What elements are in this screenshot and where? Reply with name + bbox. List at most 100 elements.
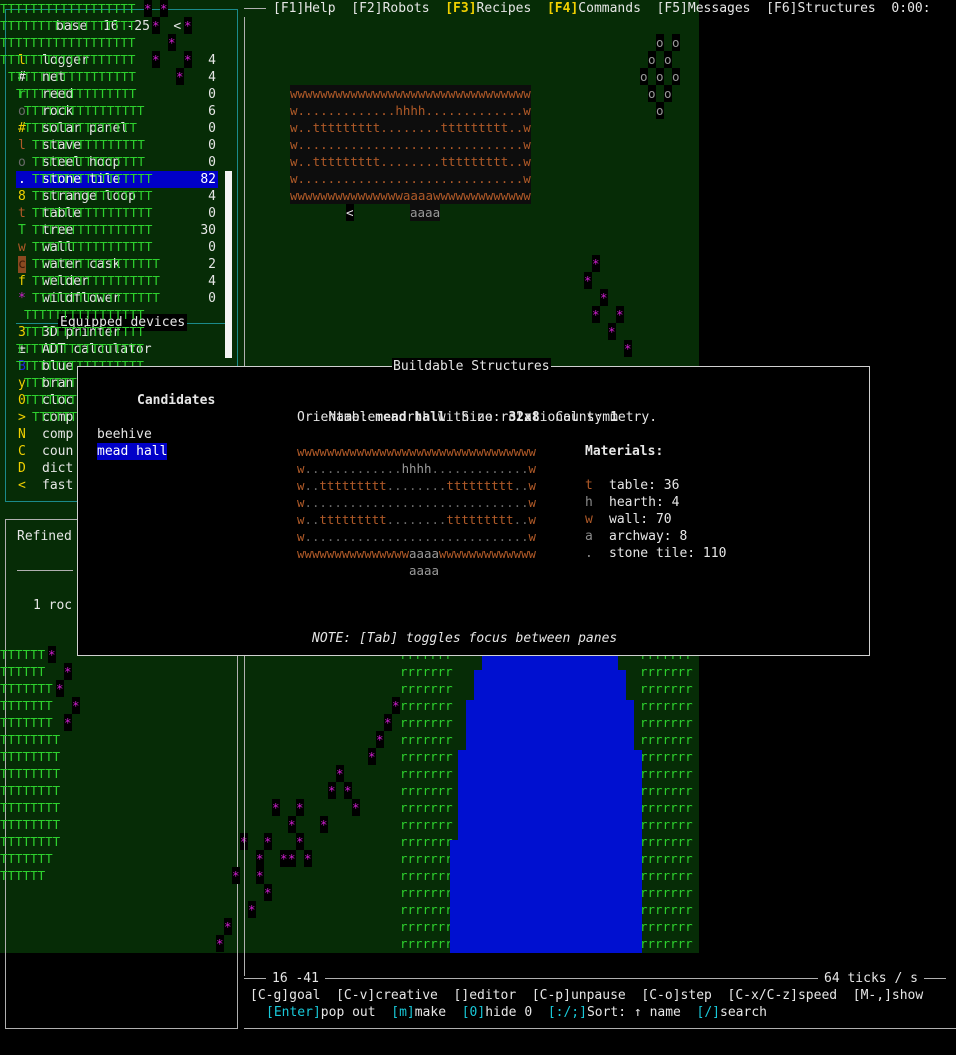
- tree-row: TTTTTTTTTTTTTTT: [32, 154, 145, 169]
- material-glyph-icon: w: [585, 512, 593, 527]
- wildflower: *: [304, 850, 312, 867]
- reed-row: rrrrrrr: [400, 851, 453, 866]
- rock: o: [664, 51, 672, 68]
- dialog-title: Buildable Structures: [392, 358, 551, 375]
- preview-line: w..ttttttttt........ttttttttt..w: [297, 512, 536, 527]
- key-hint[interactable]: [M-,]show: [853, 988, 923, 1003]
- material-label: stone tile: 110: [609, 546, 727, 561]
- wildflower: *: [600, 289, 608, 306]
- material-row: h hearth: 4: [585, 494, 679, 511]
- buildable-structures-dialog: Buildable Structures Candidates beehive m…: [77, 358, 870, 656]
- material-row: w wall: 70: [585, 511, 672, 528]
- key-label: search: [720, 1005, 767, 1020]
- mead-hall-row: w..ttttttttt........ttttttttt..w: [290, 153, 531, 170]
- key-label: hide 0: [485, 1005, 533, 1020]
- key-hint[interactable]: [C-g]goal: [250, 988, 320, 1003]
- key-hint[interactable]: [C-p]unpause: [532, 988, 626, 1003]
- candidate-item[interactable]: mead hall: [97, 443, 168, 460]
- wildflower: *: [152, 51, 160, 68]
- key-hint[interactable]: []editor: [454, 988, 517, 1003]
- bottom-divider: [244, 1028, 956, 1029]
- wildflower: *: [368, 748, 376, 765]
- status-line: 16 -41 64 ticks / s: [244, 970, 946, 987]
- wildflower: *: [376, 731, 384, 748]
- menu-key: [F6]: [766, 1, 798, 16]
- candidates-label: Candidates: [137, 393, 216, 408]
- tree-row: TTTTTTTT: [0, 800, 61, 815]
- rock: o: [648, 85, 656, 102]
- wildflower: *: [592, 306, 600, 323]
- rock: o: [656, 34, 664, 51]
- key-hint[interactable]: [Enter]pop out: [266, 1005, 376, 1020]
- rock: o: [664, 85, 672, 102]
- key-label: Sort: ↑ name: [586, 1005, 681, 1020]
- candidate-item[interactable]: beehive: [97, 426, 152, 443]
- preview-line: w..............................w: [297, 495, 536, 510]
- key-label: goal: [289, 988, 321, 1003]
- key: []: [453, 988, 470, 1003]
- wildflower: *: [264, 884, 272, 901]
- tree-row: TTTTTTTTTTTTTTTTTT: [0, 52, 136, 67]
- reed-row: rrrrrrr: [400, 732, 453, 747]
- reed-row: rrrrrrr: [640, 664, 693, 679]
- reed-row: rrrrrrr: [400, 902, 453, 917]
- key: [C-g]: [250, 988, 290, 1003]
- key-hint[interactable]: [/]search: [697, 1005, 767, 1020]
- key: [0]: [461, 1005, 486, 1020]
- tree-row: TTTTTTTTTTTTTTT: [32, 137, 145, 152]
- reed-row: rrrrrrr: [640, 902, 693, 917]
- dialog-note: NOTE: [Tab] toggles focus between panes: [312, 631, 618, 646]
- tree-row: TTTTTTTTTTTTTTT: [24, 120, 137, 135]
- mead-hall-row: wwwwwwwwwwwwwwwwwwwwwwwwwwwwwwww: [290, 85, 531, 102]
- wildflower: *: [272, 799, 280, 816]
- tree-row: TTTTTTTTTTTTTTTTTT: [0, 35, 136, 50]
- wildflower: *: [56, 680, 64, 697]
- tree-row: TTTTTTT: [0, 681, 53, 696]
- rock: o: [656, 68, 664, 85]
- wildflower: *: [352, 799, 360, 816]
- key: [:/;]: [547, 1005, 587, 1020]
- key-hint[interactable]: [:/;]Sort: ↑ name: [548, 1005, 681, 1020]
- preview-line: wwwwwwwwwwwwwwwwwwwwwwwwwwwwwwww: [297, 444, 536, 459]
- key-label: creative: [375, 988, 438, 1003]
- key-hint[interactable]: [m]make: [391, 1005, 446, 1020]
- reed-row: rrrrrrr: [640, 817, 693, 832]
- key-hint[interactable]: [C-o]step: [641, 988, 711, 1003]
- tree-row: TTTTTTT: [0, 715, 53, 730]
- reed-row: rrrrrrr: [640, 834, 693, 849]
- reed-row: rrrrrrr: [640, 766, 693, 781]
- wildflower: *: [288, 816, 296, 833]
- wildflower: *: [64, 663, 72, 680]
- wildflower: *: [256, 850, 264, 867]
- preview-line: wwwwwwwwwwwwwwwaaaawwwwwwwwwwwww: [297, 546, 536, 561]
- key-hint[interactable]: [0]hide 0: [462, 1005, 532, 1020]
- tree-row: TTTTTTTTTTTTTTTTT: [32, 273, 160, 288]
- tree-row: TTTTTTTTTTTTTTTTT: [8, 69, 136, 84]
- key-hint[interactable]: [C-x/C-z]speed: [728, 988, 838, 1003]
- wildflower: *: [184, 51, 192, 68]
- key-label: step: [680, 988, 712, 1003]
- orientable-line: Orientable: north with no rotational sym…: [297, 410, 658, 425]
- mead-hall-row: w..............................w: [290, 136, 531, 153]
- reed-row: rrrrrrr: [640, 681, 693, 696]
- wildflower: *: [224, 918, 232, 935]
- wildflower: *: [624, 340, 632, 357]
- tree-row: TTTTTTTT: [0, 783, 61, 798]
- key-label: make: [414, 1005, 447, 1020]
- key: [/]: [696, 1005, 721, 1020]
- tree-row: TTTTTTTTTTTTTTTTTT: [0, 1, 136, 16]
- tree-row: TTTTTTTT: [0, 834, 61, 849]
- material-row: t table: 36: [585, 477, 679, 494]
- tree-row: TTTTTT: [0, 664, 46, 679]
- reed-row: rrrrrrr: [640, 698, 693, 713]
- menu-structures[interactable]: [F6]Structures: [766, 1, 876, 16]
- wildflower: *: [280, 850, 288, 867]
- key-hint[interactable]: [C-v]creative: [336, 988, 438, 1003]
- key-label: pop out: [320, 1005, 376, 1020]
- wildflower: *: [616, 306, 624, 323]
- menu-label: Structures: [797, 1, 876, 16]
- water: [458, 750, 642, 850]
- mead-hall-row: w..............................w: [290, 170, 531, 187]
- tree-row: TTTTTTTTTTTTTTTT: [32, 171, 153, 186]
- preview-line: w..ttttttttt........ttttttttt..w: [297, 478, 536, 493]
